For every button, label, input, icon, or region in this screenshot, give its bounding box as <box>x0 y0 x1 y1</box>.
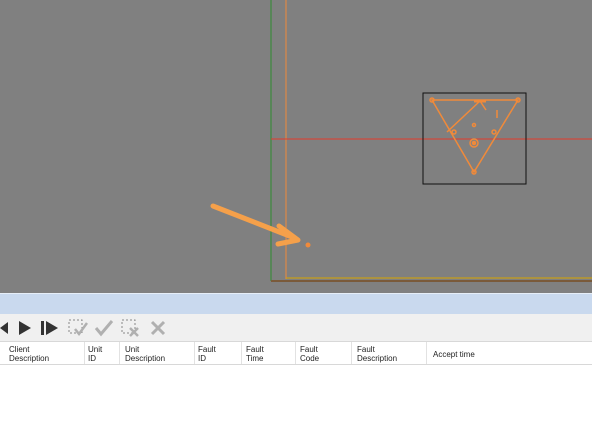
column-divider[interactable] <box>295 342 296 364</box>
play-icon <box>19 320 31 335</box>
step-back-icon <box>0 321 8 334</box>
column-header-fault-time[interactable]: Fault Time <box>246 342 294 364</box>
reject-button[interactable] <box>146 316 170 339</box>
column-divider[interactable] <box>194 342 195 364</box>
play-button[interactable] <box>14 316 36 339</box>
step-forward-icon <box>41 320 58 335</box>
column-header-unit-description[interactable]: Unit Description <box>125 342 193 364</box>
target-point[interactable] <box>305 242 311 248</box>
column-header-accept-time[interactable]: Accept time <box>433 342 533 364</box>
select-reject-button[interactable] <box>119 316 143 339</box>
column-divider[interactable] <box>241 342 242 364</box>
fault-table-body[interactable] <box>0 365 592 444</box>
annotation-arrow-icon <box>210 203 301 247</box>
column-header-fault-description[interactable]: Fault Description <box>357 342 423 364</box>
column-divider[interactable] <box>119 342 120 364</box>
column-divider[interactable] <box>351 342 352 364</box>
triangle-marker-icon[interactable] <box>429 97 521 175</box>
accept-button[interactable] <box>92 316 116 339</box>
step-back-button[interactable] <box>0 316 14 339</box>
accept-check-icon <box>94 319 114 336</box>
panel-splitter[interactable] <box>0 293 592 314</box>
column-divider[interactable] <box>84 342 85 364</box>
map-canvas[interactable] <box>0 0 592 293</box>
canvas-drawing <box>210 0 592 282</box>
step-forward-button[interactable] <box>38 316 62 339</box>
column-header-fault-code[interactable]: Fault Code <box>300 342 350 364</box>
column-header-fault-id[interactable]: Fault ID <box>198 342 240 364</box>
column-header-client-description[interactable]: Client Description <box>9 342 83 364</box>
column-divider[interactable] <box>426 342 427 364</box>
column-header-unit-id[interactable]: Unit ID <box>88 342 118 364</box>
fault-table-header: Client Description Unit ID Unit Descript… <box>0 341 592 365</box>
select-reject-icon <box>121 319 139 337</box>
reject-x-icon <box>150 320 166 335</box>
playback-toolbar <box>0 314 592 341</box>
select-accept-icon <box>68 319 88 336</box>
select-accept-button[interactable] <box>66 316 90 339</box>
